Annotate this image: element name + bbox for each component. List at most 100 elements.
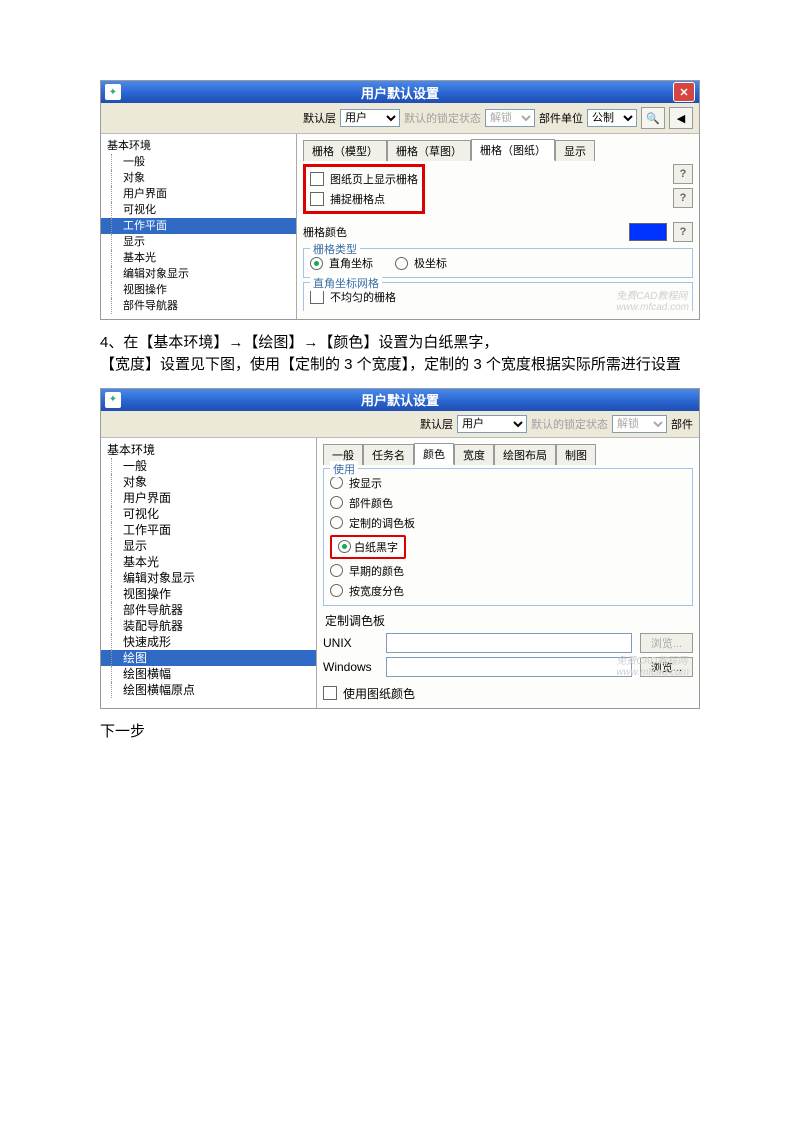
- browse-button[interactable]: 浏览...: [640, 633, 693, 653]
- tree-item[interactable]: 绘图横幅原点: [101, 682, 316, 698]
- tree-item[interactable]: 快速成形: [101, 634, 316, 650]
- help-icon[interactable]: ?: [673, 164, 693, 184]
- titlebar-2: ✦ 用户默认设置: [101, 389, 699, 411]
- radio-by-display[interactable]: [330, 476, 343, 489]
- tab-drafting[interactable]: 制图: [556, 444, 596, 465]
- browse-button[interactable]: 浏览...: [640, 657, 693, 677]
- unix-field[interactable]: [386, 633, 632, 653]
- radio-rectangular[interactable]: [310, 257, 323, 270]
- tree-item[interactable]: 工作平面: [101, 522, 316, 538]
- highlight-box: 白纸黑字: [330, 535, 406, 559]
- windows-label: Windows: [323, 660, 378, 674]
- checkbox-show-grid[interactable]: [310, 172, 324, 186]
- content-panel-2: 一般 任务名 颜色 宽度 绘图布局 制图 使用 按显示 部件颜色 定制的调色板 …: [317, 438, 699, 708]
- group-title: 直角坐标网格: [310, 275, 382, 291]
- tree-item[interactable]: 可视化: [101, 202, 296, 218]
- tree-root[interactable]: 基本环境: [101, 138, 296, 154]
- titlebar-1: ✦ 用户默认设置 ✕: [101, 81, 699, 103]
- tree-item[interactable]: 编辑对象显示: [101, 266, 296, 282]
- tree-item[interactable]: 视图操作: [101, 282, 296, 298]
- tab-color[interactable]: 颜色: [414, 443, 454, 465]
- radio-custom-palette[interactable]: [330, 516, 343, 529]
- dialog-title: 用户默认设置: [361, 390, 439, 409]
- tree-item[interactable]: 对象: [101, 474, 316, 490]
- tree-item[interactable]: 装配导航器: [101, 618, 316, 634]
- tree-1[interactable]: 基本环境 一般 对象 用户界面 可视化 工作平面 显示 基本光 编辑对象显示 视…: [101, 134, 297, 319]
- dialog-user-defaults-1: ✦ 用户默认设置 ✕ 默认层 用户 默认的锁定状态 解锁 部件单位 公制 🔍 ◀…: [100, 80, 700, 320]
- tree-item[interactable]: 部件导航器: [101, 602, 316, 618]
- palette-label: 定制调色板: [325, 612, 693, 629]
- radio-old-color[interactable]: [330, 564, 343, 577]
- app-icon: ✦: [105, 84, 121, 100]
- tab-width[interactable]: 宽度: [454, 444, 494, 465]
- radio-white-black[interactable]: [338, 540, 351, 553]
- group-use: 使用 按显示 部件颜色 定制的调色板 白纸黑字 早期的颜色 按宽度分色: [323, 468, 693, 606]
- back-icon[interactable]: ◀: [669, 107, 693, 129]
- tree-root[interactable]: 基本环境: [101, 442, 316, 458]
- lock-state-label: 默认的锁定状态: [404, 110, 481, 126]
- color-swatch[interactable]: [629, 223, 667, 241]
- tab-display[interactable]: 显示: [555, 140, 595, 161]
- part-unit-select[interactable]: 公制: [587, 109, 637, 127]
- checkbox-uneven-grid[interactable]: [310, 290, 324, 304]
- default-layer-label: 默认层: [303, 110, 336, 126]
- tabs-1: 栅格（模型） 栅格（草图） 栅格（图纸） 显示: [303, 138, 693, 160]
- tree-item[interactable]: 对象: [101, 170, 296, 186]
- windows-field[interactable]: [386, 657, 632, 677]
- highlight-box: 图纸页上显示栅格 捕捉栅格点: [303, 164, 425, 214]
- lock-state-select[interactable]: 解锁: [485, 109, 535, 127]
- help-icon[interactable]: ?: [673, 188, 693, 208]
- tree-item-selected[interactable]: 工作平面: [101, 218, 296, 234]
- tree-item[interactable]: 一般: [101, 154, 296, 170]
- dialog-title: 用户默认设置: [361, 83, 439, 102]
- radio-part-color[interactable]: [330, 496, 343, 509]
- tab-layout[interactable]: 绘图布局: [494, 444, 556, 465]
- toolbar-1: 默认层 用户 默认的锁定状态 解锁 部件单位 公制 🔍 ◀: [101, 103, 699, 134]
- next-step-text: 下一步: [100, 721, 700, 743]
- tree-item[interactable]: 部件导航器: [101, 298, 296, 314]
- checkbox-label: 捕捉栅格点: [330, 191, 385, 207]
- radio-by-width[interactable]: [330, 584, 343, 597]
- default-layer-label: 默认层: [420, 416, 453, 432]
- part-unit-label: 部件单位: [539, 110, 583, 126]
- group-rect-grid: 直角坐标网格 不均匀的栅格: [303, 282, 693, 311]
- tab-grid-sketch[interactable]: 栅格（草图）: [387, 140, 471, 161]
- tree-item[interactable]: 基本光: [101, 554, 316, 570]
- tree-item[interactable]: 可视化: [101, 506, 316, 522]
- tree-item[interactable]: 编辑对象显示: [101, 570, 316, 586]
- tab-grid-model[interactable]: 栅格（模型）: [303, 140, 387, 161]
- tab-grid-drawing[interactable]: 栅格（图纸）: [471, 139, 555, 161]
- instruction-text: 4、在【基本环境】→【绘图】→【颜色】设置为白纸黑字， 【宽度】设置见下图，使用…: [100, 332, 700, 376]
- checkbox-use-paper-color[interactable]: [323, 686, 337, 700]
- find-icon[interactable]: 🔍: [641, 107, 665, 129]
- lock-state-select[interactable]: 解锁: [612, 415, 667, 433]
- default-layer-select[interactable]: 用户: [340, 109, 400, 127]
- close-icon[interactable]: ✕: [673, 82, 695, 102]
- checkbox-snap-grid[interactable]: [310, 192, 324, 206]
- tree-item[interactable]: 用户界面: [101, 490, 316, 506]
- default-layer-select[interactable]: 用户: [457, 415, 527, 433]
- tree-item[interactable]: 用户界面: [101, 186, 296, 202]
- unix-label: UNIX: [323, 636, 378, 650]
- tree-item[interactable]: 绘图横幅: [101, 666, 316, 682]
- tree-item[interactable]: 基本光: [101, 250, 296, 266]
- tabs-2: 一般 任务名 颜色 宽度 绘图布局 制图: [323, 442, 693, 464]
- content-panel-1: 栅格（模型） 栅格（草图） 栅格（图纸） 显示 图纸页上显示栅格 捕捉栅格点 ?…: [297, 134, 699, 319]
- app-icon: ✦: [105, 392, 121, 408]
- help-icon[interactable]: ?: [673, 222, 693, 242]
- tree-item[interactable]: 视图操作: [101, 586, 316, 602]
- grid-color-label: 栅格颜色: [303, 224, 347, 240]
- tree-item-selected[interactable]: 绘图: [101, 650, 316, 666]
- tree-2[interactable]: 基本环境 一般 对象 用户界面 可视化 工作平面 显示 基本光 编辑对象显示 视…: [101, 438, 317, 708]
- group-title: 使用: [330, 461, 358, 477]
- tab-task[interactable]: 任务名: [363, 444, 414, 465]
- lock-state-label: 默认的锁定状态: [531, 416, 608, 432]
- group-title: 栅格类型: [310, 241, 360, 257]
- tree-item[interactable]: 显示: [101, 538, 316, 554]
- radio-polar[interactable]: [395, 257, 408, 270]
- toolbar-2: 默认层 用户 默认的锁定状态 解锁 部件: [101, 411, 699, 438]
- tree-item[interactable]: 一般: [101, 458, 316, 474]
- checkbox-label: 图纸页上显示栅格: [330, 171, 418, 187]
- group-grid-type: 栅格类型 直角坐标 极坐标: [303, 248, 693, 278]
- tree-item[interactable]: 显示: [101, 234, 296, 250]
